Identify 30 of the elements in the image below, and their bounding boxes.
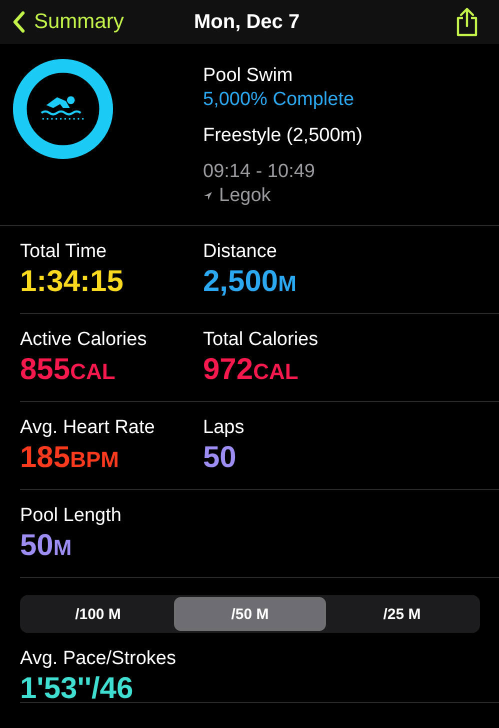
- metric-value: 972CAL: [203, 352, 300, 388]
- metric-label: Avg. Pace/Strokes: [20, 647, 177, 671]
- share-button[interactable]: [455, 7, 479, 37]
- completion-text: 5,000% Complete: [203, 88, 356, 112]
- workout-name: Pool Swim: [203, 64, 294, 88]
- metric-label: Active Calories: [20, 328, 148, 352]
- metric-value: 1'53''/46: [20, 671, 134, 707]
- metric-label: Pool Length: [20, 504, 122, 528]
- metric-label: Laps: [203, 416, 244, 440]
- back-button[interactable]: Summary: [12, 10, 124, 34]
- metric-label: Total Calories: [203, 328, 318, 352]
- metric-value: 50M: [20, 528, 73, 564]
- nav-title: Mon, Dec 7: [194, 10, 300, 34]
- metric-value: 1:34:15: [20, 264, 124, 300]
- metric-value: 185BPM: [20, 440, 120, 476]
- swimmer-icon: [40, 96, 84, 120]
- stroke-text: Freestyle (2,500m): [203, 124, 362, 148]
- segment-tab[interactable]: /25 M: [326, 597, 478, 631]
- back-chevron-icon: [12, 11, 26, 33]
- metric-value: 50: [203, 440, 238, 476]
- metric-value: 2,500M: [203, 264, 296, 300]
- segment-tab[interactable]: /100 M: [22, 597, 174, 631]
- time-range: 09:14 - 10:49: [203, 160, 316, 184]
- location-arrow-icon: [203, 191, 213, 201]
- metric-label: Total Time: [20, 240, 108, 264]
- segment-tab[interactable]: /50 M: [174, 597, 326, 631]
- metric-value: 855CAL: [20, 352, 116, 388]
- metric-label: Distance: [203, 240, 278, 264]
- location-text: Legok: [219, 184, 271, 208]
- metric-label: Avg. Heart Rate: [20, 416, 156, 440]
